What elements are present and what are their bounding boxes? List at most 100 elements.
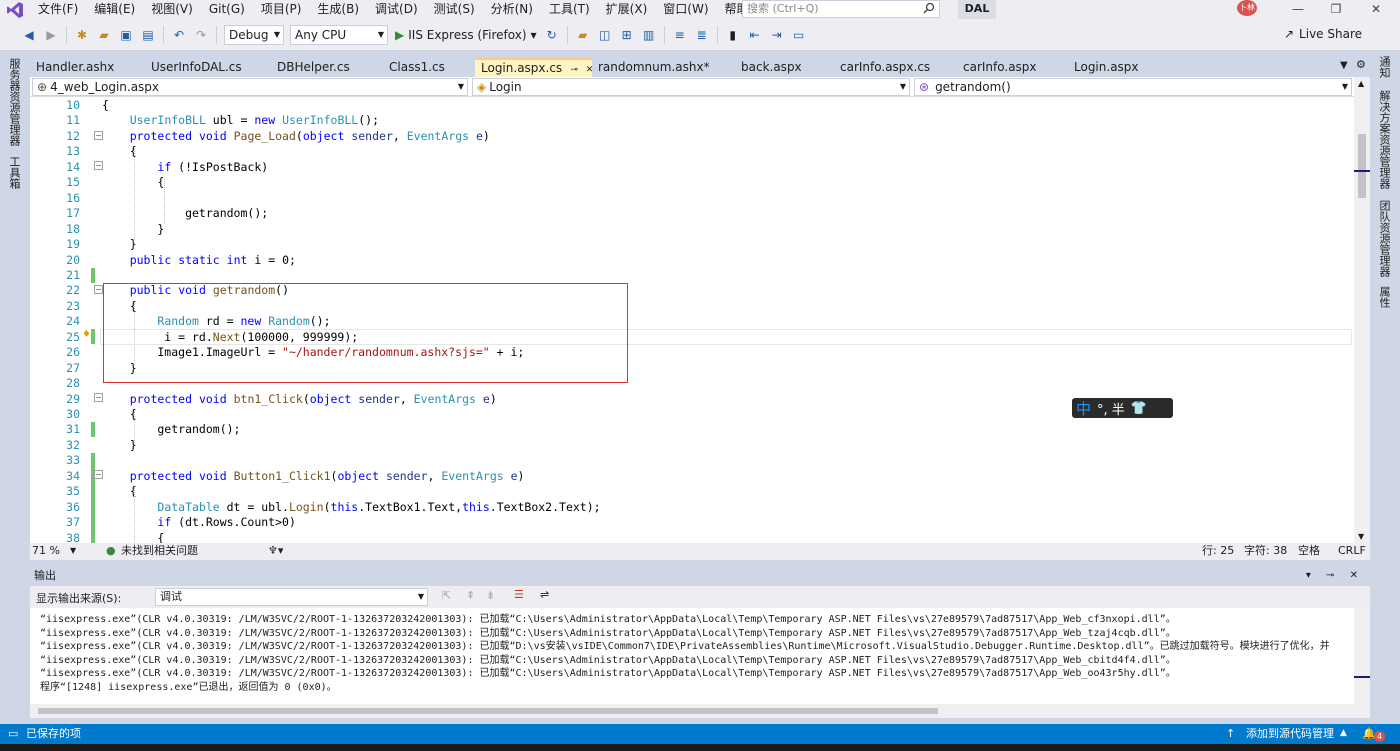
menu-item[interactable]: Git(G) (201, 0, 253, 20)
visual-studio-logo-icon[interactable] (0, 0, 30, 20)
ime-indicator[interactable]: 中 °, 半 👕 (1072, 398, 1173, 418)
properties-icon[interactable]: ▥ (640, 26, 658, 44)
code-line[interactable]: } (102, 438, 137, 452)
scroll-down-icon[interactable]: ▼ (1358, 532, 1364, 541)
gear-icon[interactable]: ⚙ (1356, 58, 1366, 71)
project-dropdown[interactable]: ⊕ 4_web_Login.aspx ▼ (32, 78, 468, 96)
save-icon[interactable]: ▣ (117, 26, 135, 44)
code-line[interactable]: protected void btn1_Click(object sender,… (102, 392, 497, 406)
folder-icon[interactable]: ▰ (574, 26, 592, 44)
menu-item[interactable]: 调试(D) (367, 0, 426, 20)
tab-randomnum-ashx[interactable]: randomnum.ashx* (592, 58, 735, 77)
zoom-level[interactable]: 71 % (32, 543, 60, 559)
toolbox-tab[interactable]: 工具箱 (6, 156, 22, 189)
comment-icon[interactable]: ▭ (790, 26, 808, 44)
chevron-up-icon[interactable]: ▲ (1340, 724, 1347, 743)
code-editor[interactable]: 10 11 12 13 14 15 16 17 18 19 20 21 22 23 24 25 26 27 28 29… (30, 97, 1354, 543)
tab-dbhelper-cs[interactable]: DBHelper.cs (271, 58, 383, 77)
code-line[interactable]: protected void Page_Load(object sender, … (102, 129, 490, 143)
close-icon[interactable]: ✕ (1358, 0, 1394, 20)
team-explorer-tab[interactable]: 团队资源管理器 (1376, 200, 1392, 277)
menu-item[interactable]: 生成(B) (309, 0, 367, 20)
code-line[interactable]: getrandom(); (102, 206, 268, 220)
indent-icon[interactable]: ≡ (671, 26, 689, 44)
output-horizontal-scrollbar[interactable] (30, 704, 1354, 718)
menu-item[interactable]: 分析(N) (483, 0, 541, 20)
brush-icon[interactable]: ♆▾ (268, 543, 283, 559)
scrollbar-thumb[interactable] (1358, 134, 1366, 198)
collapse-icon[interactable]: − (94, 393, 103, 402)
scrollbar-thumb[interactable] (38, 708, 938, 714)
menu-item[interactable]: 扩展(X) (598, 0, 656, 20)
menu-item[interactable]: 视图(V) (143, 0, 201, 20)
code-line[interactable]: } (102, 237, 137, 251)
menu-item[interactable]: 窗口(W) (655, 0, 716, 20)
code-line[interactable]: { (102, 407, 137, 421)
editor-vertical-scrollbar[interactable]: ▲ ▼ (1354, 77, 1370, 543)
tab-login-aspx[interactable]: Login.aspx (1068, 58, 1170, 77)
line-ending-indicator[interactable]: CRLF (1338, 543, 1366, 559)
code-line[interactable]: if (dt.Rows.Count>0) (102, 515, 295, 529)
previous-message-icon[interactable]: ⇞ (466, 589, 475, 602)
solution-configuration-dropdown[interactable]: Debug ▼ (224, 25, 284, 45)
collapse-icon[interactable]: − (94, 285, 103, 294)
server-explorer-tab[interactable]: 服务器资源管理器 (6, 58, 22, 146)
outdent-icon[interactable]: ≣ (693, 26, 711, 44)
member-dropdown[interactable]: ⊛ getrandom() ▼ (914, 78, 1352, 96)
output-text-area[interactable]: “iisexpress.exe”(CLR v4.0.30319: /LM/W3S… (30, 608, 1354, 704)
save-all-icon[interactable]: ▤ (139, 26, 157, 44)
tab-carinfo-aspx-cs[interactable]: carInfo.aspx.cs (834, 58, 957, 77)
tab-login-aspx-cs[interactable]: Login.aspx.cs⊸✕ (475, 58, 592, 77)
tab-carinfo-aspx[interactable]: carInfo.aspx (957, 58, 1068, 77)
browser-link-icon[interactable]: ◫ (596, 26, 614, 44)
chevron-down-icon[interactable]: ▼ (70, 543, 76, 559)
collapse-icon[interactable]: − (94, 131, 103, 140)
notifications-tab[interactable]: 通知 (1376, 56, 1392, 78)
account-avatar[interactable]: 卜林 (1237, 0, 1257, 16)
class-dropdown[interactable]: ◈ Login ▼ (472, 78, 910, 96)
menu-item[interactable]: 工具(T) (541, 0, 598, 20)
pin-icon[interactable]: ⊸ (570, 65, 578, 75)
search-input[interactable]: 搜索 (Ctrl+Q) (742, 0, 940, 18)
previous-bookmark-icon[interactable]: ⇤ (746, 26, 764, 44)
go-to-location-icon[interactable]: ⇱ (442, 589, 451, 602)
restore-icon[interactable]: ❐ (1318, 0, 1354, 20)
solution-explorer-tab[interactable]: 解决方案资源管理器 (1376, 90, 1392, 189)
live-share-button[interactable]: ↗ Live Share (1284, 27, 1362, 41)
code-line[interactable]: { (102, 144, 137, 158)
code-line[interactable]: if (!IsPostBack) (102, 160, 268, 174)
refresh-icon[interactable]: ↻ (543, 26, 561, 44)
output-vertical-scrollbar[interactable] (1354, 608, 1370, 718)
next-bookmark-icon[interactable]: ⇥ (768, 26, 786, 44)
next-message-icon[interactable]: ⇟ (486, 589, 495, 602)
code-line[interactable]: { (102, 484, 137, 498)
panel-window-controls[interactable]: ▾ ⊸ ✕ (1306, 567, 1364, 584)
menu-item[interactable]: 编辑(E) (86, 0, 143, 20)
start-debugging-button[interactable]: ▶ IIS Express (Firefox) ▼ (395, 28, 537, 42)
forward-icon[interactable]: ▶ (42, 26, 60, 44)
issues-status[interactable]: 未找到相关问题 (121, 543, 198, 559)
menu-item[interactable]: 项目(P) (253, 0, 310, 20)
tab-back-aspx[interactable]: back.aspx (735, 58, 834, 77)
tab-class1-cs[interactable]: Class1.cs (383, 58, 475, 77)
open-folder-icon[interactable]: ▰ (95, 26, 113, 44)
minimize-icon[interactable]: — (1280, 0, 1316, 20)
output-source-dropdown[interactable]: 调试 ▼ (155, 588, 428, 606)
code-line[interactable]: public static int i = 0; (102, 253, 296, 267)
clear-all-icon[interactable]: ☰ (514, 588, 524, 601)
code-line[interactable]: { (102, 98, 109, 112)
menu-item[interactable]: 测试(S) (426, 0, 483, 20)
tab-list-dropdown-icon[interactable]: ▼ (1340, 60, 1348, 71)
tab-userinfodal-cs[interactable]: UserInfoDAL.cs (145, 58, 271, 77)
toggle-designer-icon[interactable]: ⊞ (618, 26, 636, 44)
collapse-icon[interactable]: − (94, 470, 103, 479)
menu-item[interactable]: 文件(F) (30, 0, 86, 20)
solution-platform-dropdown[interactable]: Any CPU ▼ (290, 25, 388, 45)
bookmark-icon[interactable]: ▮ (724, 26, 742, 44)
add-to-source-control-button[interactable]: 添加到源代码管理 (1246, 724, 1334, 743)
properties-tab[interactable]: 属性 (1376, 286, 1392, 308)
lightbulb-icon[interactable]: ♦ (82, 329, 91, 340)
redo-icon[interactable]: ↷ (192, 26, 210, 44)
scroll-up-icon[interactable]: ▲ (1358, 79, 1364, 88)
word-wrap-icon[interactable]: ⇌ (540, 588, 549, 601)
